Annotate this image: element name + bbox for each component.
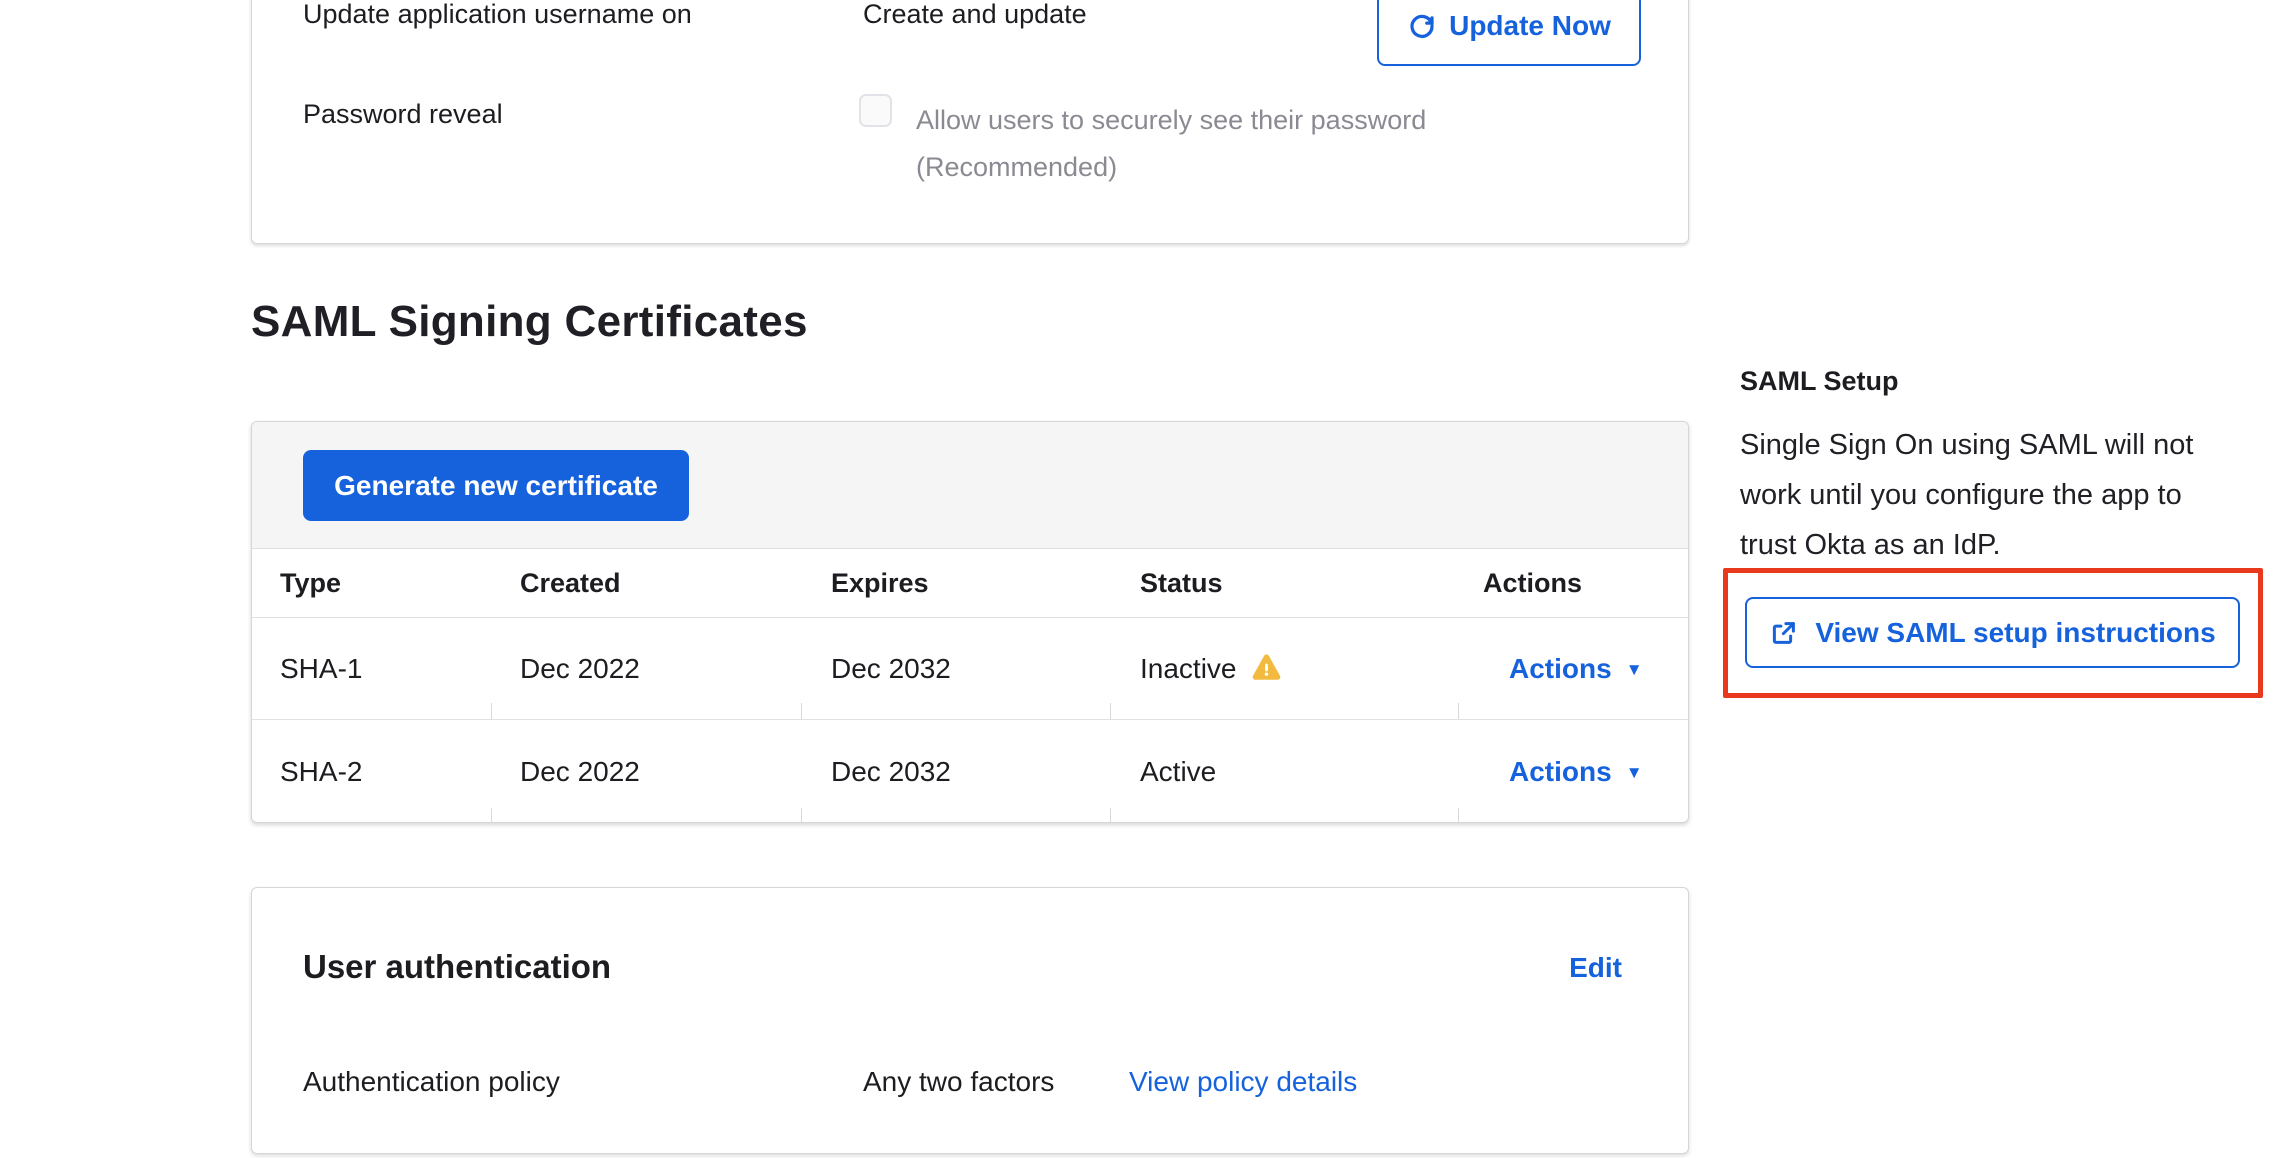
authentication-policy-value: Any two factors	[863, 1066, 1054, 1098]
annotation-highlight-box: View SAML setup instructions	[1723, 568, 2263, 698]
column-header-type: Type	[280, 549, 341, 617]
column-divider	[1458, 703, 1459, 719]
actions-label: Actions	[1509, 756, 1612, 788]
column-divider	[801, 703, 802, 719]
table-header-row: Type Created Expires Status Actions	[252, 549, 1688, 618]
external-link-icon	[1769, 618, 1799, 648]
column-header-status: Status	[1140, 549, 1223, 617]
cell-type: SHA-2	[280, 720, 362, 823]
cell-type: SHA-1	[280, 618, 362, 719]
view-policy-details-link[interactable]: View policy details	[1129, 1066, 1357, 1098]
cell-status: Active	[1140, 720, 1216, 823]
actions-dropdown[interactable]: Actions ▼	[1509, 720, 1643, 823]
status-text: Active	[1140, 756, 1216, 788]
password-reveal-label: Password reveal	[303, 97, 503, 131]
actions-dropdown[interactable]: Actions ▼	[1509, 618, 1643, 719]
column-divider	[491, 703, 492, 719]
user-authentication-title: User authentication	[303, 948, 611, 986]
user-authentication-card: User authentication Edit Authentication …	[251, 887, 1689, 1154]
actions-label: Actions	[1509, 653, 1612, 685]
column-divider	[1110, 703, 1111, 719]
update-now-label: Update Now	[1449, 10, 1611, 42]
provisioning-card: Update application username on Create an…	[251, 0, 1689, 244]
cell-expires: Dec 2032	[831, 720, 951, 823]
refresh-icon	[1407, 11, 1437, 41]
view-saml-instructions-button[interactable]: View SAML setup instructions	[1745, 597, 2240, 668]
column-divider	[1110, 808, 1111, 823]
generate-certificate-button[interactable]: Generate new certificate	[303, 450, 689, 521]
column-divider	[491, 808, 492, 823]
column-header-actions: Actions	[1483, 549, 1582, 617]
column-header-expires: Expires	[831, 549, 929, 617]
certificates-toolbar: Generate new certificate	[252, 422, 1688, 549]
saml-setup-description: Single Sign On using SAML will not work …	[1740, 420, 2230, 570]
warning-icon	[1250, 653, 1283, 684]
username-update-value: Create and update	[863, 0, 1087, 31]
table-row: SHA-2 Dec 2022 Dec 2032 Active Actions ▼	[252, 720, 1688, 823]
edit-link[interactable]: Edit	[1569, 952, 1622, 984]
cell-expires: Dec 2032	[831, 618, 951, 719]
caret-down-icon: ▼	[1626, 763, 1643, 783]
cell-created: Dec 2022	[520, 618, 640, 719]
caret-down-icon: ▼	[1626, 660, 1643, 680]
update-now-button[interactable]: Update Now	[1377, 0, 1641, 66]
status-text: Inactive	[1140, 653, 1237, 685]
column-divider	[801, 808, 802, 823]
certificates-card: Generate new certificate Type Created Ex…	[251, 421, 1689, 823]
table-row: SHA-1 Dec 2022 Dec 2032 Inactive Actions…	[252, 618, 1688, 720]
cell-created: Dec 2022	[520, 720, 640, 823]
saml-setup-title: SAML Setup	[1740, 366, 1899, 397]
page: Update application username on Create an…	[0, 0, 2279, 1158]
view-saml-instructions-label: View SAML setup instructions	[1815, 617, 2215, 649]
authentication-policy-label: Authentication policy	[303, 1066, 560, 1098]
password-reveal-checkbox[interactable]	[859, 94, 892, 127]
password-reveal-checkbox-label: Allow users to securely see their passwo…	[916, 97, 1516, 191]
page-title: SAML Signing Certificates	[251, 297, 808, 347]
cell-status: Inactive	[1140, 618, 1283, 719]
column-divider	[1458, 808, 1459, 823]
column-header-created: Created	[520, 549, 621, 617]
username-update-label: Update application username on	[303, 0, 692, 31]
